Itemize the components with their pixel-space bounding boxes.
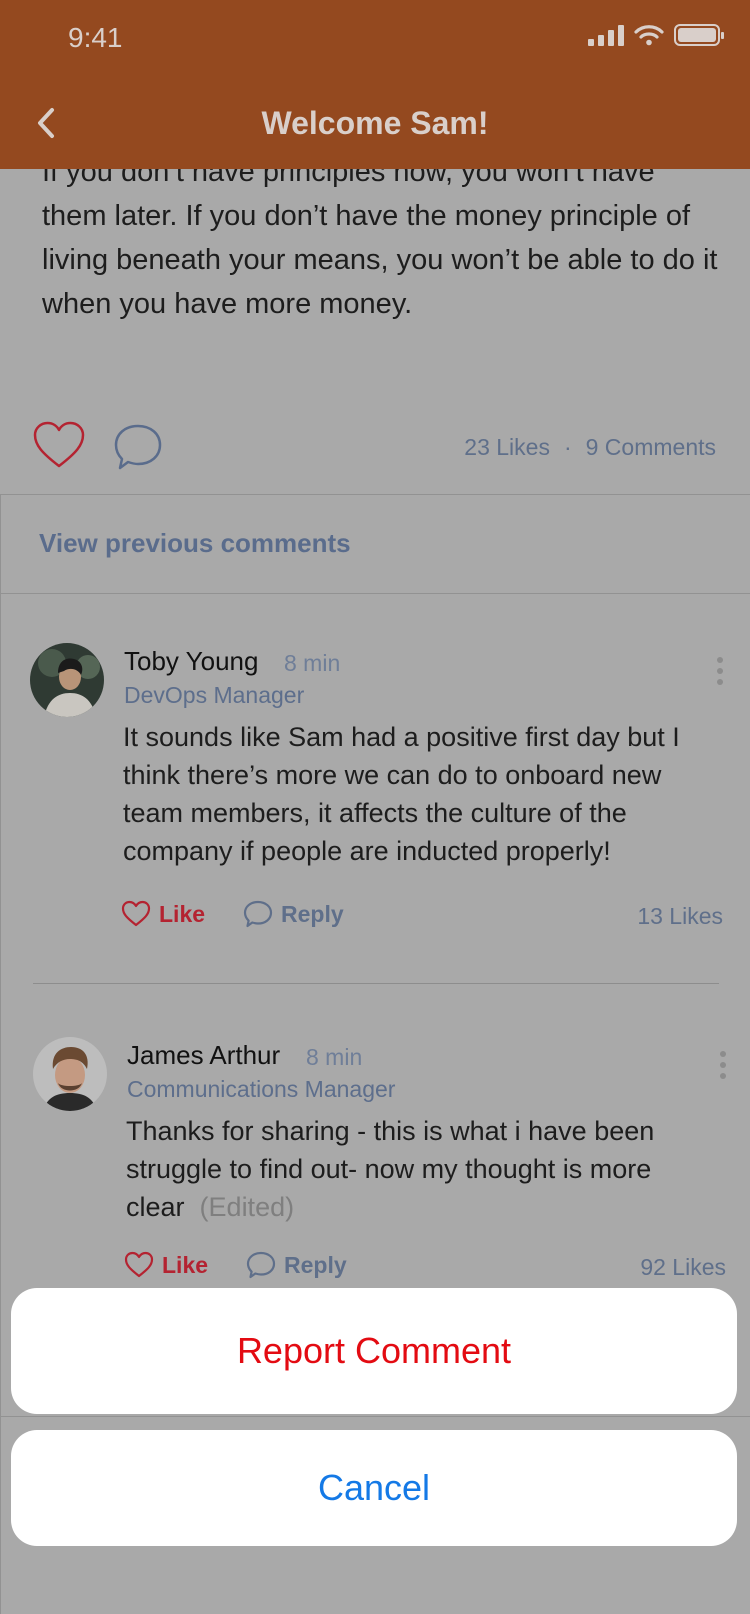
heart-icon[interactable] <box>32 420 86 475</box>
comment-bubble-icon[interactable] <box>112 422 164 477</box>
comment-author-name[interactable]: Toby Young <box>124 646 258 677</box>
screen: If you don’t have principles now, you wo… <box>0 0 750 1614</box>
report-comment-button[interactable]: Report Comment <box>11 1288 737 1414</box>
post-likes-count[interactable]: 23 Likes <box>464 434 550 460</box>
comment-reply-button[interactable]: Reply <box>246 1251 347 1279</box>
comment-author-role: DevOps Manager <box>124 682 305 708</box>
comment-text: It sounds like Sam had a positive first … <box>123 722 680 866</box>
comment-author-role: Communications Manager <box>127 1076 396 1102</box>
edited-label: (Edited) <box>199 1192 295 1222</box>
page-title: Welcome Sam! <box>261 105 489 141</box>
signal-icon <box>588 24 624 46</box>
comment-time: 8 min <box>284 650 341 676</box>
view-previous-comments-link[interactable]: View previous comments <box>39 528 351 559</box>
post-text: If you don’t have principles now, you wo… <box>42 156 718 320</box>
comment-text: Thanks for sharing - this is what i have… <box>126 1112 726 1226</box>
comment-reply-button[interactable]: Reply <box>243 900 344 928</box>
stats-separator: · <box>563 434 572 460</box>
divider <box>0 593 750 594</box>
avatar[interactable] <box>30 643 104 717</box>
reply-label: Reply <box>281 900 344 927</box>
like-label: Like <box>159 900 206 927</box>
comment-like-button[interactable]: Like <box>121 900 205 928</box>
like-label: Like <box>162 1251 209 1278</box>
divider <box>0 1416 750 1417</box>
comment-bubble-icon <box>246 1251 276 1279</box>
more-options-icon[interactable] <box>717 657 723 685</box>
comment-author-name[interactable]: James Arthur <box>127 1040 280 1071</box>
divider <box>0 494 750 495</box>
comment-divider <box>33 983 719 984</box>
app-header: 9:41 Welcome Sam! <box>0 0 750 169</box>
heart-icon <box>121 900 151 927</box>
post-actions: 23 Likes · 9 Comments <box>0 420 750 494</box>
comment-bubble-icon <box>243 900 273 928</box>
comment-likes-count[interactable]: 13 Likes <box>637 903 723 930</box>
reply-label: Reply <box>284 1251 347 1278</box>
status-icons <box>588 24 724 46</box>
left-border <box>0 494 1 1614</box>
post-stats: 23 Likes · 9 Comments <box>464 434 716 461</box>
cancel-button[interactable]: Cancel <box>11 1430 737 1546</box>
comment-likes-count[interactable]: 92 Likes <box>640 1254 726 1281</box>
wifi-icon <box>634 25 664 46</box>
avatar[interactable] <box>33 1037 107 1111</box>
comment-time: 8 min <box>306 1044 363 1070</box>
battery-icon <box>674 24 724 46</box>
heart-icon <box>124 1251 154 1278</box>
comment-like-button[interactable]: Like <box>124 1251 208 1279</box>
status-time: 9:41 <box>68 22 123 53</box>
more-options-icon[interactable] <box>720 1051 726 1079</box>
post-comments-count[interactable]: 9 Comments <box>586 434 716 460</box>
